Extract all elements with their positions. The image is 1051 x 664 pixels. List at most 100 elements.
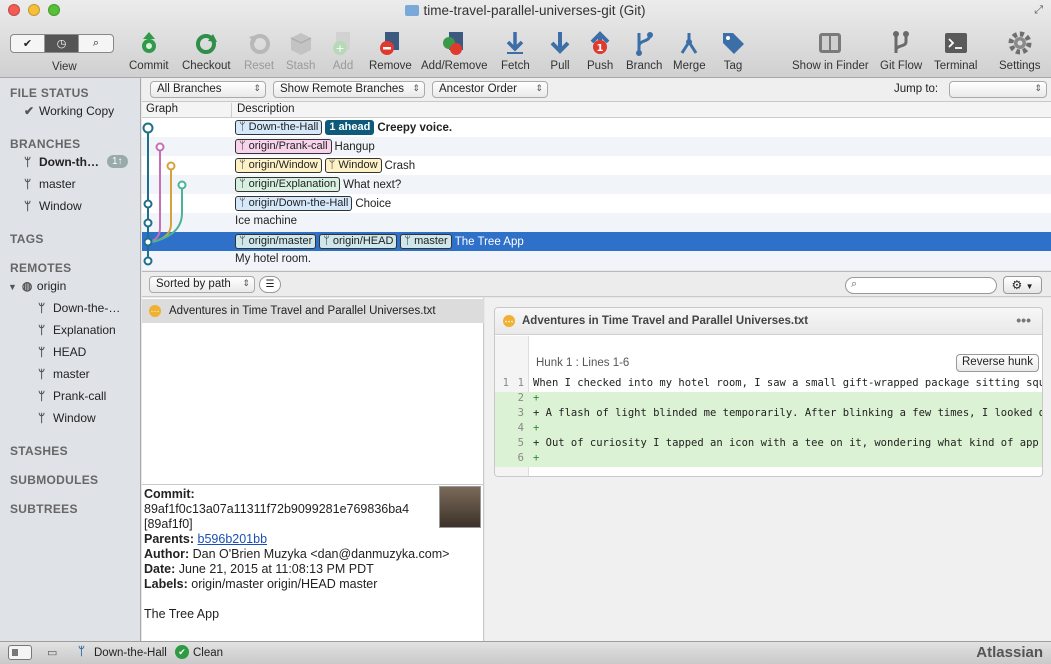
sort-select[interactable]: Sorted by path <box>149 276 255 293</box>
log-filter-bar: All Branches Show Remote Branches Ancest… <box>142 78 1051 102</box>
file-status-header[interactable]: FILE STATUS <box>10 86 89 100</box>
commit-row[interactable]: My hotel room. <box>142 251 1051 270</box>
atlassian-logo: Atlassian <box>976 644 1043 661</box>
pull-button[interactable]: Pull <box>547 30 573 72</box>
commit-row[interactable]: ᛘ origin/Window ᛘ Window Crash <box>142 156 1051 175</box>
sidebar-item-branch-current[interactable]: ᛘ Down-th… <box>24 155 99 169</box>
remove-icon <box>380 32 400 55</box>
stashes-header[interactable]: STASHES <box>10 444 68 458</box>
subtrees-header[interactable]: SUBTREES <box>10 502 78 516</box>
checkout-button[interactable]: Checkout <box>182 30 231 72</box>
graph-column-header[interactable]: Graph <box>146 103 178 115</box>
jump-to-label: Jump to: <box>894 83 939 95</box>
git-flow-button[interactable]: Git Flow <box>880 30 922 72</box>
order-select[interactable]: Ancestor Order <box>432 81 548 98</box>
fullscreen-icon[interactable]: ⤢ <box>1034 4 1043 17</box>
branches-header[interactable]: BRANCHES <box>10 137 80 151</box>
window-title: time-travel-parallel-universes-git (Git) <box>0 3 1051 18</box>
reset-button[interactable]: Reset <box>244 30 274 72</box>
sidebar-item-branch-window[interactable]: ᛘ Window <box>24 199 82 213</box>
diff-line-added: 2 + <box>495 392 1042 407</box>
sidebar-item-remote-branch[interactable]: ᛘ Prank-call <box>38 389 106 403</box>
fetch-icon <box>507 32 524 54</box>
sidebar-item-branch-master[interactable]: ᛘ master <box>24 177 76 191</box>
commit-row[interactable]: Ice machine <box>142 213 1051 232</box>
remote-branches-select[interactable]: Show Remote Branches <box>273 81 425 98</box>
push-icon: 1 <box>590 31 610 54</box>
add-remove-button[interactable]: Add/Remove <box>421 30 487 72</box>
branch-icon: ᛘ <box>38 323 46 337</box>
commit-row-selected[interactable]: ᛘ origin/master ᛘ origin/HEAD ᛘ master T… <box>142 232 1051 251</box>
commit-row[interactable]: ᛘ origin/Explanation What next? <box>142 175 1051 194</box>
view-segmented-control[interactable]: ✔ ◷ ⌕ <box>10 34 114 53</box>
commit-author: Dan O'Brien Muzyka <dan@danmuzyka.com> <box>192 547 450 561</box>
push-button[interactable]: 1 Push <box>587 30 613 72</box>
commit-message: Creepy voice. <box>377 121 453 134</box>
pull-icon <box>550 32 570 54</box>
svg-text:+: + <box>335 42 344 55</box>
folder-icon <box>405 5 420 16</box>
tags-header[interactable]: TAGS <box>10 232 44 246</box>
commit-row[interactable]: ᛘ Down-the-Hall 1 ahead Creepy voice. <box>142 118 1051 137</box>
description-column-header[interactable]: Description <box>231 103 295 118</box>
settings-button[interactable]: Settings <box>999 30 1041 72</box>
diff-file-header: ⋯ Adventures in Time Travel and Parallel… <box>495 308 1042 335</box>
ahead-badge: 1 ahead <box>325 120 375 135</box>
toolbar: time-travel-parallel-universes-git (Git)… <box>0 0 1051 78</box>
commit-message: What next? <box>343 178 402 191</box>
terminal-icon <box>944 33 967 53</box>
sidebar-item-remote-branch[interactable]: ᛘ HEAD <box>38 345 86 359</box>
branches-filter-select[interactable]: All Branches <box>150 81 266 98</box>
branch-button[interactable]: Branch <box>626 30 662 72</box>
jump-to-select[interactable] <box>949 81 1047 98</box>
list-view-icon[interactable]: ☰ <box>259 276 281 293</box>
branch-tag: ᛘ origin/master <box>235 234 317 249</box>
sidebar-item-remote-branch[interactable]: ᛘ Explanation <box>38 323 116 337</box>
branch-icon: ᛘ <box>78 646 85 658</box>
sidebar-item-remote-origin[interactable]: ▼ ◍ origin <box>8 279 66 293</box>
remotes-header[interactable]: REMOTES <box>10 261 71 275</box>
reverse-hunk-button[interactable]: Reverse hunk <box>956 354 1039 372</box>
search-input[interactable]: ⌕ <box>845 277 997 294</box>
show-in-finder-button[interactable]: Show in Finder <box>792 30 869 72</box>
log-view-icon[interactable]: ◷ <box>45 35 79 52</box>
commit-short-hash: [89af1f0] <box>144 517 193 531</box>
branch-icon: ᛘ <box>38 345 46 359</box>
file-row[interactable]: ⋯ Adventures in Time Travel and Parallel… <box>142 299 484 323</box>
diff-line-added: 6 + <box>495 452 1042 467</box>
parent-commit-link[interactable]: b596b201bb <box>198 532 268 546</box>
commit-row[interactable]: ᛘ origin/Down-the-Hall Choice <box>142 194 1051 213</box>
add-button[interactable]: + Add <box>330 30 356 72</box>
remove-button[interactable]: Remove <box>369 30 412 72</box>
sidebar-toggle-icon[interactable] <box>8 645 32 660</box>
panel-toggle-icon[interactable]: ▭ <box>47 646 57 659</box>
sidebar-item-working-copy[interactable]: ✔ Working Copy <box>24 104 114 118</box>
stash-button[interactable]: Stash <box>286 30 315 72</box>
check-circle-icon: ✔ <box>175 645 189 659</box>
commit-row[interactable]: ᛘ origin/Prank-call Hangup <box>142 137 1051 156</box>
commit-graph <box>142 122 187 266</box>
more-options-icon[interactable]: ••• <box>1016 312 1031 328</box>
ahead-count-badge: 1↑ <box>107 155 128 168</box>
sidebar-item-remote-branch[interactable]: ᛘ master <box>38 367 90 381</box>
branch-icon <box>636 32 654 56</box>
search-view-icon[interactable]: ⌕ <box>79 35 113 52</box>
disclosure-triangle-icon[interactable]: ▼ <box>8 282 17 292</box>
commit-log: Graph Description ᛘ Down-the-Hall 1 ahea… <box>142 102 1051 270</box>
file-status-view-icon[interactable]: ✔ <box>11 35 45 52</box>
branch-icon: ᛘ <box>38 301 46 315</box>
commit-button[interactable]: Commit <box>129 30 169 72</box>
commit-message: The Tree App <box>454 235 524 248</box>
submodules-header[interactable]: SUBMODULES <box>10 473 98 487</box>
chevron-down-icon: ▼ <box>1025 282 1034 291</box>
fetch-button[interactable]: Fetch <box>501 30 530 72</box>
terminal-button[interactable]: Terminal <box>934 30 977 72</box>
branch-icon: ᛘ <box>24 155 32 169</box>
settings-menu-button[interactable]: ⚙ ▼ <box>1003 276 1042 294</box>
branch-icon: ᛘ <box>38 389 46 403</box>
checkout-icon <box>196 34 218 54</box>
merge-button[interactable]: Merge <box>673 30 706 72</box>
sidebar-item-remote-branch[interactable]: ᛘ Down-the-… <box>38 301 120 315</box>
tag-button[interactable]: Tag <box>720 30 746 72</box>
sidebar-item-remote-branch[interactable]: ᛘ Window <box>38 411 96 425</box>
